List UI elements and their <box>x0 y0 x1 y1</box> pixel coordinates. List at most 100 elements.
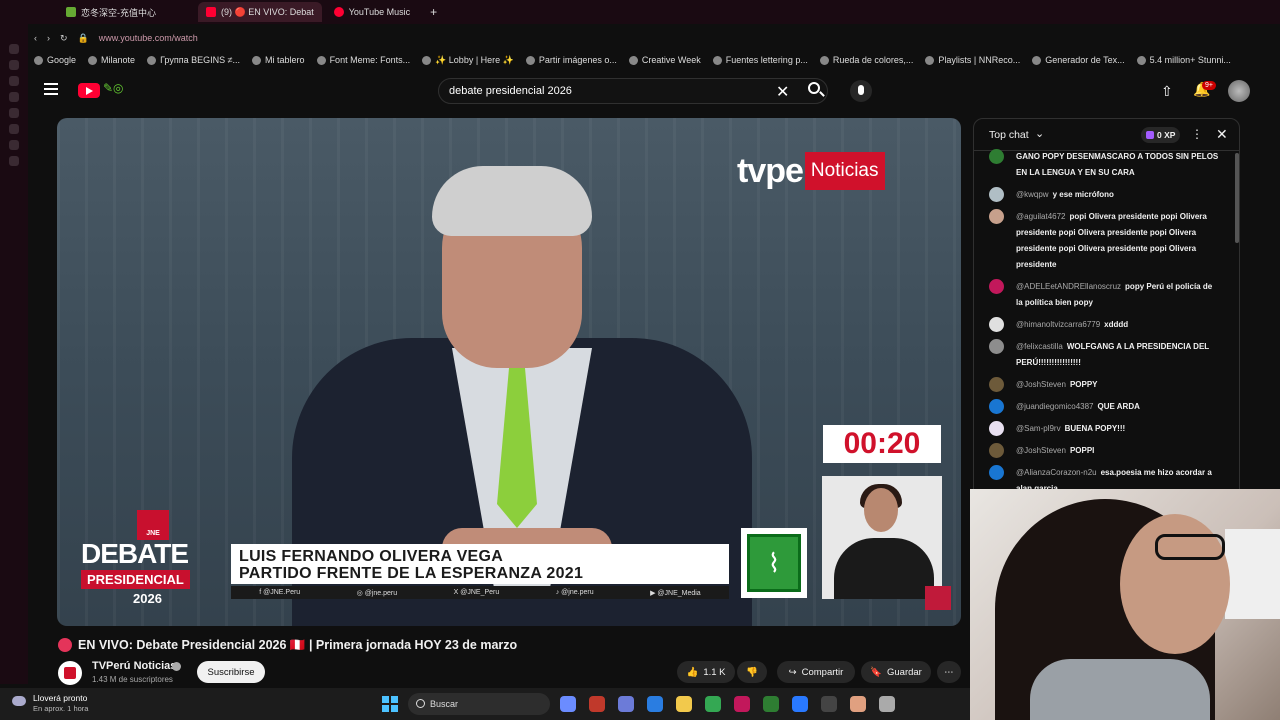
sidebar-icon[interactable] <box>9 156 19 166</box>
youtube-logo[interactable] <box>78 83 100 98</box>
weather-icon[interactable] <box>12 696 26 706</box>
save-button[interactable]: 🔖 Guardar <box>861 661 931 683</box>
new-tab-button[interactable]: + <box>422 2 445 22</box>
chat-author[interactable]: @aguilat4672 <box>1016 212 1066 221</box>
sidebar-icon[interactable] <box>9 92 19 102</box>
chevron-down-icon[interactable]: ⌄ <box>1035 127 1044 140</box>
chat-text: y ese micrófono <box>1052 190 1114 199</box>
windows-start-icon[interactable] <box>382 696 398 712</box>
chat-avatar[interactable] <box>989 317 1004 332</box>
bookmark-item[interactable]: Creative Week <box>628 55 701 65</box>
upload-icon[interactable]: ⇧ <box>1161 83 1173 100</box>
taskbar-app-icon[interactable] <box>560 696 576 712</box>
xp-badge[interactable]: 0 XP <box>1141 127 1181 143</box>
bookmark-item[interactable]: Milanote <box>88 55 135 65</box>
chat-avatar[interactable] <box>989 187 1004 202</box>
sidebar-icon[interactable] <box>9 124 19 134</box>
taskbar-app-icon[interactable] <box>792 696 808 712</box>
chat-options-icon[interactable]: ⋮ <box>1191 127 1203 141</box>
taskbar-app-icon[interactable] <box>705 696 721 712</box>
taskbar-app-icon[interactable] <box>618 696 634 712</box>
weather-title[interactable]: Lloverá pronto <box>33 693 87 703</box>
live-indicator-icon <box>58 638 72 652</box>
bookmark-item[interactable]: Google <box>34 55 76 65</box>
microphone-icon[interactable] <box>850 80 872 102</box>
bookmark-item[interactable]: Mi tablero <box>252 55 305 65</box>
more-actions-button[interactable]: ⋯ <box>937 661 961 683</box>
forward-icon[interactable]: › <box>47 33 50 43</box>
chat-author[interactable]: @felixcastilla <box>1016 342 1063 351</box>
sidebar-icon[interactable] <box>9 60 19 70</box>
notification-badge: 9+ <box>1202 81 1216 90</box>
tab-1[interactable]: (9) 🔴 EN VIVO: Debat <box>198 2 322 22</box>
chat-author[interactable]: @Sam-pl9rv <box>1016 424 1061 433</box>
share-button[interactable]: ↪ Compartir <box>777 661 855 683</box>
taskbar-app-icon[interactable] <box>763 696 779 712</box>
debate-year: 2026 <box>133 591 162 606</box>
sidebar-icon[interactable] <box>9 76 19 86</box>
like-button[interactable]: 👍 1.1 K <box>677 661 735 683</box>
bookmark-item[interactable]: 5.4 million+ Stunni... <box>1136 55 1231 65</box>
taskbar-app-icon[interactable] <box>589 696 605 712</box>
debate-word: DEBATE <box>81 538 189 569</box>
clear-search-icon[interactable]: ✕ <box>776 82 789 102</box>
bookmark-item[interactable]: ✨ Lobby | Here ✨ <box>422 55 514 66</box>
taskbar-app-icon[interactable] <box>676 696 692 712</box>
back-icon[interactable]: ‹ <box>34 33 37 43</box>
youtube-doodle-icon[interactable]: ✎◎ <box>103 81 124 95</box>
social-handle: ▶ @JNE_Media <box>650 589 701 597</box>
taskbar-app-icon[interactable] <box>879 696 895 712</box>
hamburger-menu-icon[interactable] <box>44 83 58 95</box>
chat-author[interactable]: @JoshSteven <box>1016 380 1066 389</box>
bookmark-item[interactable]: Partir imágenes o... <box>525 55 617 65</box>
subscribe-button[interactable]: Suscribirse <box>197 661 265 683</box>
bookmark-item[interactable]: Rueda de colores,... <box>819 55 913 65</box>
chat-author[interactable]: @JoshSteven <box>1016 446 1066 455</box>
chat-avatar[interactable] <box>989 377 1004 392</box>
bookmark-item[interactable]: Fuentes lettering p... <box>712 55 808 65</box>
chat-author[interactable]: @juandiegomico4387 <box>1016 402 1094 411</box>
taskbar-app-icon[interactable] <box>734 696 750 712</box>
chat-mode-selector[interactable]: Top chat <box>989 129 1029 141</box>
social-handle: f @JNE.Peru <box>259 589 301 596</box>
close-icon[interactable]: ✕ <box>1216 126 1228 143</box>
chat-avatar[interactable] <box>989 279 1004 294</box>
url-field[interactable]: www.youtube.com/watch <box>99 33 198 43</box>
sidebar-icon[interactable] <box>9 140 19 150</box>
chat-author[interactable]: @kwqpw <box>1016 190 1049 199</box>
tab-0[interactable]: 恋冬深空-充值中心 <box>58 2 164 22</box>
video-player[interactable]: tvpe Noticias 00:20 JNE DEBATE PRESIDENC… <box>57 118 961 626</box>
bookmark-item[interactable]: Группа BEGINS ≠... <box>147 55 240 65</box>
chat-avatar[interactable] <box>989 443 1004 458</box>
taskbar-search[interactable]: Buscar <box>408 693 550 715</box>
verified-icon <box>172 662 181 671</box>
chat-avatar[interactable] <box>989 399 1004 414</box>
bookmark-item[interactable]: Font Meme: Fonts... <box>316 55 410 65</box>
account-avatar[interactable] <box>1228 80 1250 102</box>
search-icon[interactable] <box>808 82 820 94</box>
chat-author[interactable]: @AlianzaCorazon-n2u <box>1016 468 1097 477</box>
chat-avatar[interactable] <box>989 149 1004 164</box>
channel-avatar[interactable] <box>58 661 82 685</box>
tab-2[interactable]: YouTube Music <box>326 2 418 22</box>
chat-scrollbar[interactable] <box>1235 153 1239 243</box>
chat-text: QUE ARDA <box>1097 402 1140 411</box>
chat-author[interactable]: @himanoltvizcarra6779 <box>1016 320 1100 329</box>
dislike-button[interactable]: 👎 <box>737 661 767 683</box>
chat-author[interactable]: @ADELEetANDREllanoscruz <box>1016 282 1121 291</box>
search-input[interactable]: debate presidencial 2026 <box>438 78 828 104</box>
tab-label: 恋冬深空-充值中心 <box>81 7 156 18</box>
sidebar-icon[interactable] <box>9 44 19 54</box>
chat-avatar[interactable] <box>989 209 1004 224</box>
taskbar-app-icon[interactable] <box>850 696 866 712</box>
sidebar-icon[interactable] <box>9 108 19 118</box>
channel-name[interactable]: TVPerú Noticias <box>92 660 176 672</box>
chat-avatar[interactable] <box>989 339 1004 354</box>
taskbar-app-icon[interactable] <box>647 696 663 712</box>
bookmark-item[interactable]: Generador de Tex... <box>1032 55 1125 65</box>
bookmark-item[interactable]: Playlists | NNReco... <box>925 55 1020 65</box>
chat-avatar[interactable] <box>989 465 1004 480</box>
chat-avatar[interactable] <box>989 421 1004 436</box>
taskbar-app-icon[interactable] <box>821 696 837 712</box>
reload-icon[interactable]: ↻ <box>60 33 68 44</box>
